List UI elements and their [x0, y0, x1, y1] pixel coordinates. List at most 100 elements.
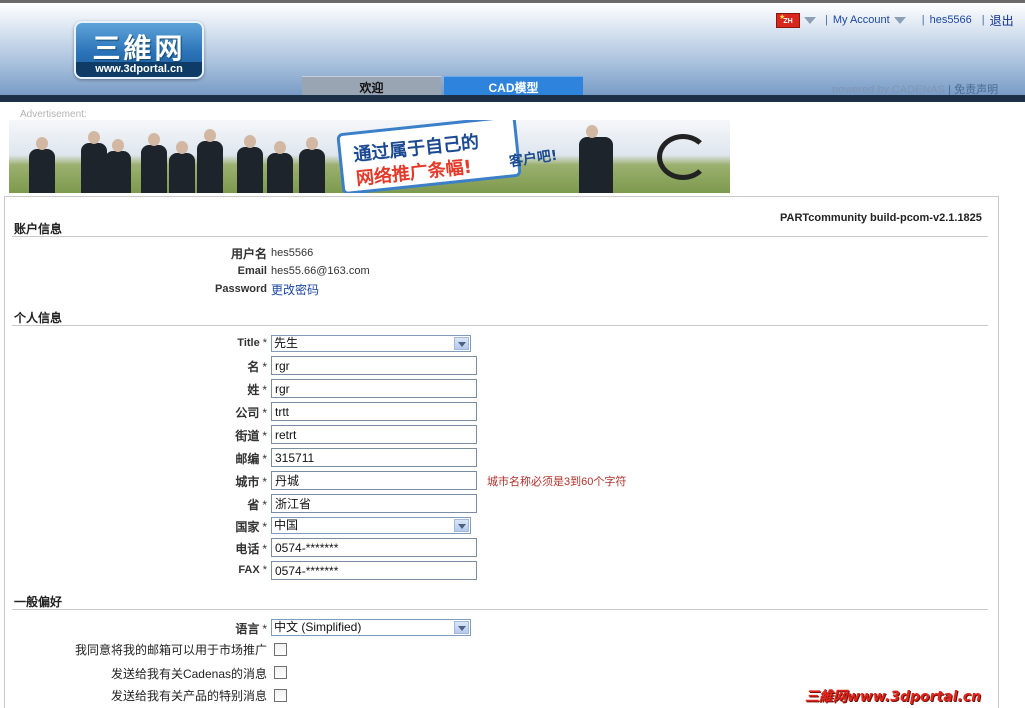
- advertisement-label: Advertisement:: [20, 109, 87, 120]
- site-watermark: 三維网www.3dportal.cn: [805, 689, 982, 705]
- required-mark: *: [262, 406, 267, 420]
- ad-figure: [267, 141, 293, 193]
- toolbar-separator: |: [981, 14, 985, 26]
- city-error-message: 城市名称必须是3到60个字符: [487, 476, 627, 488]
- ad-speaker-figure: [579, 125, 613, 193]
- ad-figure: [299, 137, 325, 193]
- ad-figure: [169, 141, 195, 193]
- title-select-value: 先生: [274, 336, 299, 350]
- required-mark: *: [262, 564, 267, 576]
- cadenas-news-checkbox[interactable]: [274, 666, 287, 679]
- street-input[interactable]: [271, 425, 477, 444]
- section-divider: [12, 609, 988, 610]
- logo-title: 三維网: [92, 32, 186, 65]
- required-mark: *: [262, 452, 267, 466]
- required-mark: *: [262, 429, 267, 443]
- header-divider-bar: [0, 95, 1025, 102]
- username-link[interactable]: hes5566: [930, 14, 972, 26]
- city-label-text: 城市: [235, 475, 260, 489]
- required-mark: *: [262, 622, 267, 636]
- ad-figure: [105, 139, 131, 193]
- street-label-text: 街道: [235, 429, 260, 443]
- username-value: hes5566: [271, 247, 314, 259]
- required-mark: *: [262, 520, 267, 534]
- chevron-down-icon[interactable]: [454, 621, 469, 634]
- fax-label: FAX *: [238, 564, 267, 576]
- province-input[interactable]: [271, 494, 477, 513]
- zip-label-text: 邮编: [235, 452, 260, 466]
- country-select[interactable]: 中国: [271, 517, 471, 534]
- marketing-consent-checkbox[interactable]: [274, 643, 287, 656]
- company-input[interactable]: [271, 402, 477, 421]
- build-version: PARTcommunity build-pcom-v2.1.1825: [780, 212, 982, 224]
- change-password-link[interactable]: 更改密码: [271, 281, 319, 298]
- username-label: 用户名: [230, 247, 267, 261]
- street-label: 街道 *: [235, 427, 267, 444]
- phone-label: 电话 *: [235, 540, 267, 557]
- title-label: Title *: [237, 337, 267, 349]
- language-label: 语言 *: [235, 620, 267, 637]
- cadenas-logo-icon: [657, 134, 709, 180]
- company-label-text: 公司: [235, 406, 260, 420]
- country-select-value: 中国: [274, 518, 299, 532]
- language-label-text: 语言: [235, 622, 260, 636]
- required-mark: *: [262, 542, 267, 556]
- advertisement-banner[interactable]: 通过属于自己的 网络推广条幅! 客户吧!: [9, 120, 730, 193]
- fax-label-text: FAX: [238, 564, 260, 576]
- city-label: 城市 *: [235, 473, 267, 490]
- section-title-account: 账户信息: [14, 222, 63, 236]
- product-news-checkbox[interactable]: [274, 689, 287, 702]
- ad-figure: [29, 137, 55, 193]
- ad-figure: [237, 135, 263, 193]
- language-flag-icon[interactable]: ZH: [776, 10, 800, 28]
- marketing-consent-label: 我同意将我的邮箱可以用于市场推广: [74, 643, 267, 657]
- title-select[interactable]: 先生: [271, 335, 471, 352]
- section-title-personal: 个人信息: [14, 311, 63, 325]
- province-label: 省 *: [247, 496, 267, 513]
- section-title-preferences: 一般偏好: [14, 595, 63, 609]
- lastname-label-text: 姓: [247, 383, 260, 397]
- city-input[interactable]: [271, 471, 477, 490]
- ad-figure: [81, 131, 107, 193]
- country-label: 国家 *: [235, 518, 267, 535]
- required-mark: *: [262, 360, 267, 374]
- required-mark: *: [262, 383, 267, 397]
- fax-input[interactable]: [271, 561, 477, 580]
- logo-url: www.3dportal.cn: [76, 62, 202, 77]
- firstname-input[interactable]: [271, 356, 477, 375]
- phone-input[interactable]: [271, 538, 477, 557]
- firstname-label: 名 *: [247, 358, 267, 375]
- logout-link[interactable]: 退出: [990, 12, 1014, 29]
- toolbar-separator: |: [921, 14, 925, 26]
- ad-speech-bubble: 通过属于自己的 网络推广条幅!: [336, 120, 522, 193]
- email-label: Email: [237, 265, 267, 277]
- required-mark: *: [262, 498, 267, 512]
- lastname-label: 姓 *: [247, 381, 267, 398]
- ad-figure: [197, 129, 223, 193]
- phone-label-text: 电话: [235, 542, 260, 556]
- country-label-text: 国家: [235, 520, 260, 534]
- product-news-label: 发送给我有关产品的特别消息: [110, 689, 267, 703]
- section-divider: [12, 325, 988, 326]
- required-mark: *: [262, 337, 267, 349]
- section-divider: [12, 236, 988, 237]
- page-header: 三維网 www.3dportal.cn ZH | My Account | he…: [0, 0, 1025, 102]
- chevron-down-icon[interactable]: [454, 519, 469, 532]
- chevron-down-icon[interactable]: [454, 337, 469, 350]
- zip-input[interactable]: [271, 448, 477, 467]
- company-label: 公司 *: [235, 404, 267, 421]
- language-select[interactable]: 中文 (Simplified): [271, 619, 471, 636]
- my-account-link[interactable]: My Account: [833, 14, 890, 26]
- language-dropdown-icon[interactable]: [804, 16, 816, 24]
- required-mark: *: [262, 475, 267, 489]
- password-label: Password: [215, 283, 267, 295]
- account-dropdown-icon[interactable]: [893, 16, 906, 24]
- site-logo[interactable]: 三維网 www.3dportal.cn: [74, 21, 204, 79]
- language-select-value: 中文 (Simplified): [274, 620, 362, 634]
- user-toolbar: ZH | My Account | hes5566 | 退出: [776, 10, 1014, 30]
- lastname-input[interactable]: [271, 379, 477, 398]
- ad-figure: [141, 133, 167, 193]
- province-label-text: 省: [247, 498, 260, 512]
- account-form-panel: [4, 196, 999, 708]
- toolbar-separator: |: [825, 14, 828, 26]
